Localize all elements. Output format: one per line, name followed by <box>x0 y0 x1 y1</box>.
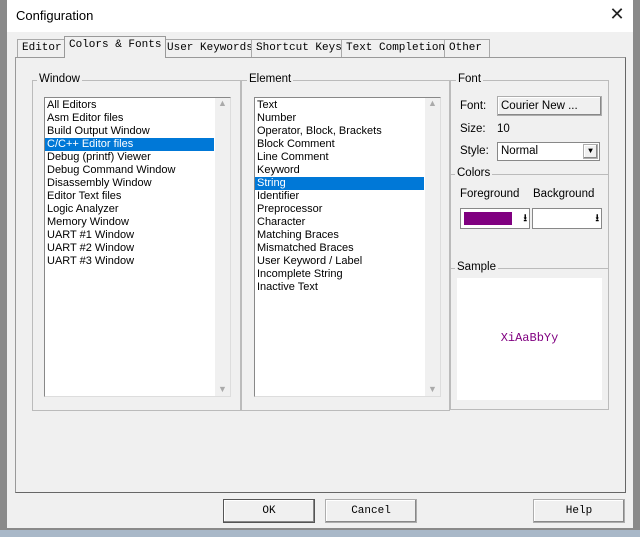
list-item[interactable]: Memory Window <box>45 216 214 229</box>
list-item[interactable]: C/C++ Editor files <box>45 138 214 151</box>
font-label: Font: <box>460 100 487 112</box>
scroll-down-icon[interactable]: ▼ <box>215 384 230 394</box>
size-value: 10 <box>497 123 510 135</box>
list-item[interactable]: Block Comment <box>255 138 424 151</box>
list-item[interactable]: Logic Analyzer <box>45 203 214 216</box>
list-item[interactable]: Editor Text files <box>45 190 214 203</box>
scroll-up-icon[interactable]: ▲ <box>215 98 230 108</box>
dropdown-arrow-icon[interactable]: ⭳ <box>596 211 600 228</box>
size-label: Size: <box>460 123 486 135</box>
sample-text: XiAaBbYy <box>500 331 559 345</box>
tab-editor[interactable]: Editor <box>17 39 67 57</box>
scroll-down-icon[interactable]: ▼ <box>425 384 440 394</box>
element-list[interactable]: Text Number Operator, Block, Brackets Block… <box>254 97 441 397</box>
help-button[interactable]: Help <box>533 499 625 523</box>
list-item[interactable]: UART #3 Window <box>45 255 214 268</box>
list-item[interactable]: Debug (printf) Viewer <box>45 151 214 164</box>
font-select-button[interactable]: Courier New ... <box>497 96 602 116</box>
colors-label: Colors <box>455 167 493 179</box>
list-item[interactable]: UART #1 Window <box>45 229 214 242</box>
style-dropdown[interactable]: Normal ▼ <box>497 142 600 161</box>
list-item[interactable]: Matching Braces <box>255 229 424 242</box>
list-item[interactable]: Asm Editor files <box>45 112 214 125</box>
title-bar <box>7 0 633 32</box>
list-item[interactable]: Build Output Window <box>45 125 214 138</box>
list-item[interactable]: Line Comment <box>255 151 424 164</box>
style-value: Normal <box>501 145 539 157</box>
close-icon[interactable]: ✕ <box>606 4 628 25</box>
list-item[interactable]: Character <box>255 216 424 229</box>
list-item[interactable]: Mismatched Braces <box>255 242 424 255</box>
list-item[interactable]: Debug Command Window <box>45 164 214 177</box>
style-label: Style: <box>460 145 489 157</box>
tab-colors-fonts[interactable]: Colors & Fonts <box>64 36 167 58</box>
dropdown-arrow-icon[interactable]: ⭳ <box>524 211 528 228</box>
list-item[interactable]: Text <box>255 99 424 112</box>
window-group-label: Window <box>37 73 82 85</box>
list-item[interactable]: Operator, Block, Brackets <box>255 125 424 138</box>
window-list-scrollbar[interactable]: ▲ ▼ <box>215 98 230 396</box>
sample-preview: XiAaBbYy <box>457 278 602 400</box>
cancel-button[interactable]: Cancel <box>325 499 417 523</box>
list-item[interactable]: Inactive Text <box>255 281 424 294</box>
list-item[interactable]: String <box>255 177 424 190</box>
sample-label: Sample <box>455 261 498 273</box>
element-list-scrollbar[interactable]: ▲ ▼ <box>425 98 440 396</box>
list-item[interactable]: Number <box>255 112 424 125</box>
list-item[interactable]: Disassembly Window <box>45 177 214 190</box>
tab-user-keywords[interactable]: User Keywords <box>162 39 258 57</box>
list-item[interactable]: Incomplete String <box>255 268 424 281</box>
background-color-picker[interactable]: ⭳ <box>532 208 602 229</box>
scroll-up-icon[interactable]: ▲ <box>425 98 440 108</box>
tab-shortcut-keys[interactable]: Shortcut Keys <box>251 39 347 57</box>
list-item[interactable]: Preprocessor <box>255 203 424 216</box>
ok-button[interactable]: OK <box>223 499 315 523</box>
list-item[interactable]: User Keyword / Label <box>255 255 424 268</box>
chevron-down-icon[interactable]: ▼ <box>583 144 598 159</box>
list-item[interactable]: All Editors <box>45 99 214 112</box>
window-list[interactable]: All Editors Asm Editor files Build Output … <box>44 97 231 397</box>
background-swatch <box>536 212 584 225</box>
element-group-label: Element <box>247 73 294 85</box>
list-item[interactable]: Keyword <box>255 164 424 177</box>
tab-text-completion[interactable]: Text Completion <box>341 39 451 57</box>
font-group-label: Font <box>456 73 484 85</box>
foreground-color-picker[interactable]: ⭳ <box>460 208 530 229</box>
tab-other[interactable]: Other <box>444 39 490 57</box>
window-title: Configuration <box>16 8 94 23</box>
background-label: Background <box>533 188 595 200</box>
list-item[interactable]: Identifier <box>255 190 424 203</box>
foreground-label: Foreground <box>460 188 520 200</box>
list-item[interactable]: UART #2 Window <box>45 242 214 255</box>
foreground-swatch <box>464 212 512 225</box>
